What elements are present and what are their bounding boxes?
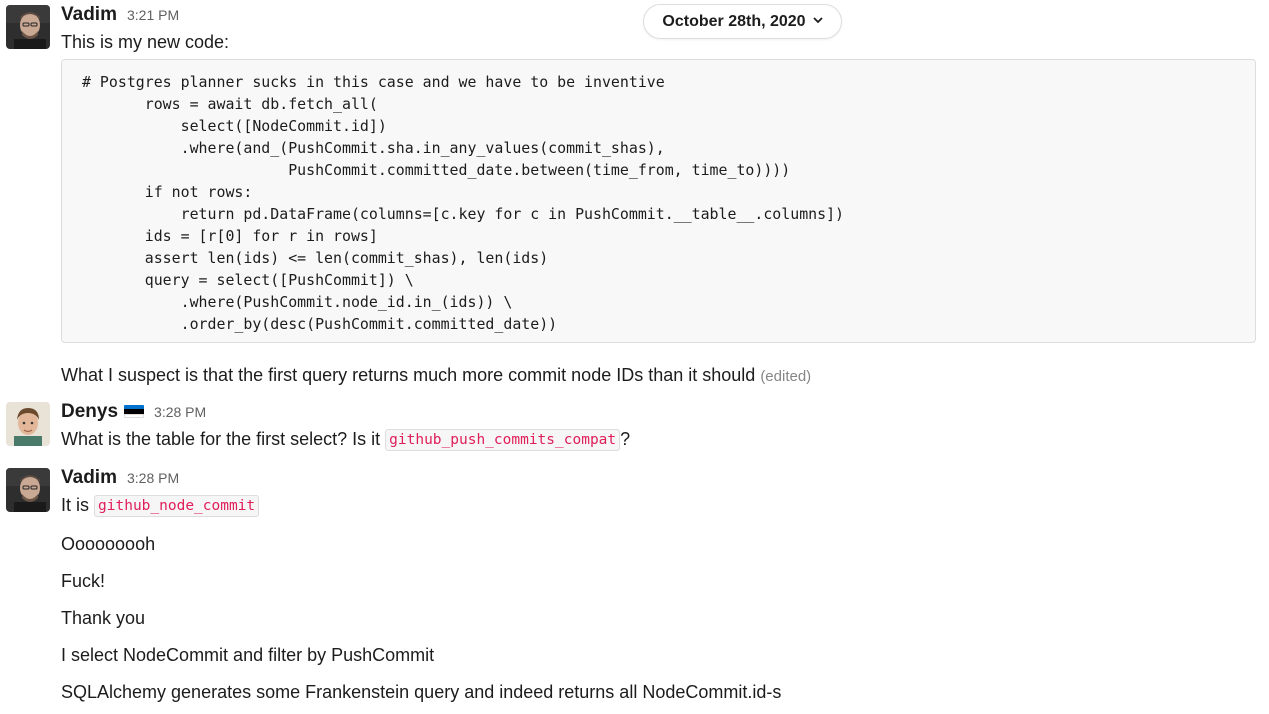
code-line: # Postgres planner sucks in this case an… xyxy=(82,73,665,91)
message-text-before: It is xyxy=(61,495,90,515)
code-line: select([NodeCommit.id]) xyxy=(82,117,387,135)
message-text: It is github_node_commit xyxy=(61,494,260,518)
message-text: What I suspect is that the first query r… xyxy=(61,364,811,388)
code-line: .where(and_(PushCommit.sha.in_any_values… xyxy=(82,139,665,157)
code-line: query = select([PushCommit]) \ xyxy=(82,271,414,289)
estonia-flag-icon[interactable] xyxy=(124,405,145,418)
inline-code: github_push_commits_compat xyxy=(385,429,621,451)
chevron-down-icon xyxy=(812,16,823,27)
message-text: This is my new code: xyxy=(61,32,230,52)
edited-label: (edited) xyxy=(760,368,812,385)
code-line: if not rows: xyxy=(82,183,253,201)
code-block: # Postgres planner sucks in this case an… xyxy=(61,59,1256,343)
message-text-before: What is the table for the first select? … xyxy=(61,429,381,449)
code-line: ids = [r[0] for r in rows] xyxy=(82,227,378,245)
message-text: SQLAlchemy generates some Frankenstein q… xyxy=(61,682,782,702)
code-content: # Postgres planner sucks in this case an… xyxy=(62,60,1255,335)
code-line: assert len(ids) <= len(commit_shas), len… xyxy=(82,249,549,267)
avatar-vadim[interactable] xyxy=(6,468,50,512)
message-text: What is the table for the first select? … xyxy=(61,428,630,452)
avatar-denys[interactable] xyxy=(6,402,50,446)
author-name[interactable]: Vadim xyxy=(61,4,117,26)
code-line: .order_by(desc(PushCommit.committed_date… xyxy=(82,315,558,333)
code-line: rows = await db.fetch_all( xyxy=(82,95,378,113)
inline-code: github_node_commit xyxy=(94,495,260,517)
date-divider-label: October 28th, 2020 xyxy=(662,12,806,30)
message-text: Thank you xyxy=(61,608,146,628)
author-name[interactable]: Vadim xyxy=(61,467,117,489)
message-text: Fuck! xyxy=(61,571,106,591)
message-timestamp[interactable]: 3:28 PM xyxy=(154,404,206,420)
message-timestamp[interactable]: 3:21 PM xyxy=(127,7,179,23)
message-text-after: ? xyxy=(620,429,631,449)
message-followup: What I suspect is that the first query r… xyxy=(61,365,756,385)
code-line: return pd.DataFrame(columns=[c.key for c… xyxy=(82,205,845,223)
code-line: PushCommit.committed_date.between(time_f… xyxy=(82,161,791,179)
author-name[interactable]: Denys xyxy=(61,401,118,423)
message-text: I select NodeCommit and filter by PushCo… xyxy=(61,645,435,665)
avatar-vadim[interactable] xyxy=(6,5,50,49)
message-timestamp[interactable]: 3:28 PM xyxy=(127,470,179,486)
date-divider-button[interactable]: October 28th, 2020 xyxy=(643,4,842,39)
code-line: .where(PushCommit.node_id.in_(ids)) \ xyxy=(82,293,513,311)
message-text: Ooooooooh xyxy=(61,534,156,554)
